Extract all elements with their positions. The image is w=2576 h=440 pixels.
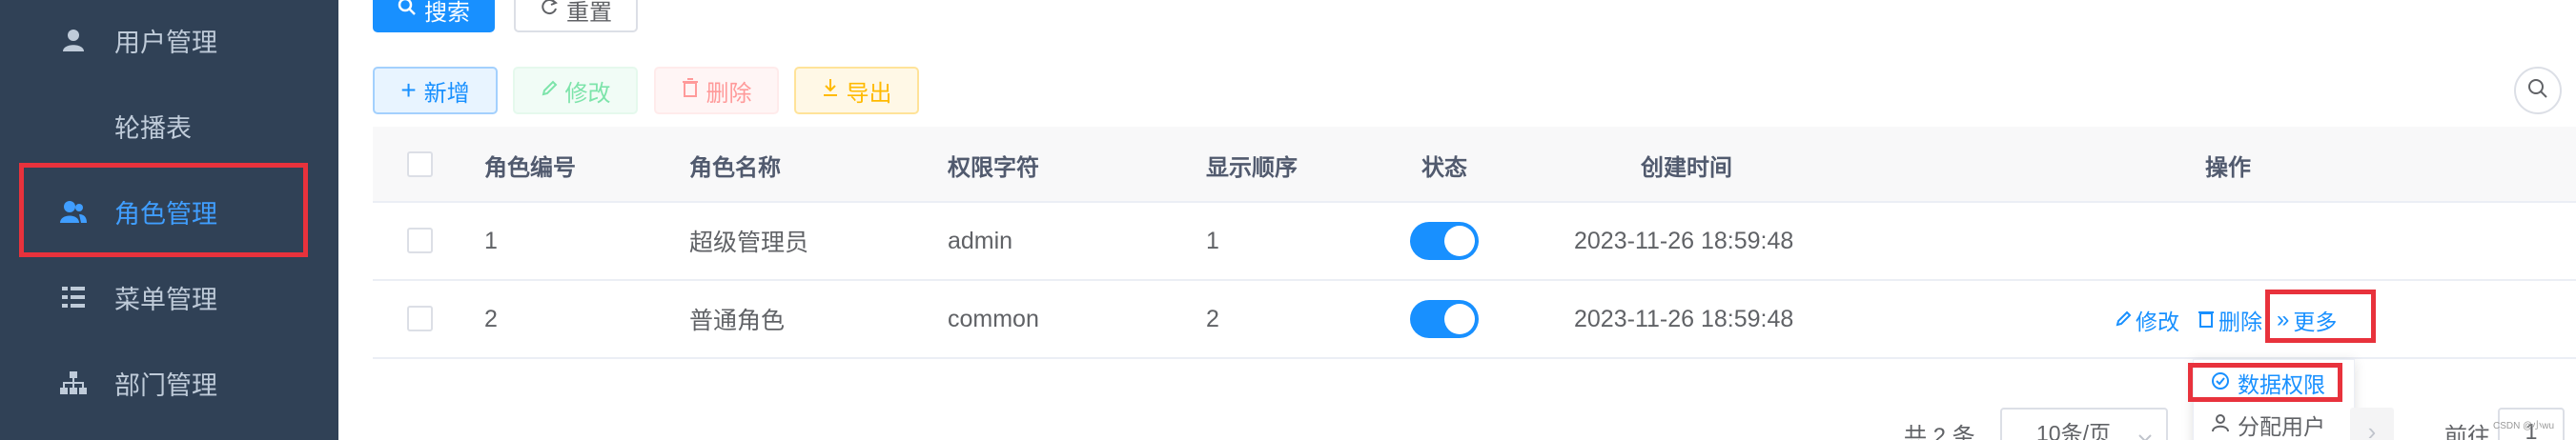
plus-icon: + bbox=[400, 75, 417, 105]
highlight-box-role-management bbox=[19, 163, 308, 257]
delete-icon bbox=[682, 77, 699, 104]
search-button[interactable]: 搜索 bbox=[373, 0, 495, 32]
edit-icon bbox=[2115, 308, 2132, 333]
edit-button[interactable]: 修改 bbox=[513, 67, 638, 114]
column-header-role-id: 角色编号 bbox=[484, 154, 576, 181]
switch-knob bbox=[1444, 304, 1475, 334]
table-header: 角色编号 角色名称 权限字符 显示顺序 状态 创建时间 操作 bbox=[373, 127, 2576, 203]
next-page-button[interactable]: › bbox=[2350, 408, 2394, 440]
refresh-icon bbox=[540, 0, 559, 23]
column-header-role-key: 权限字符 bbox=[948, 154, 1039, 181]
cell-sort-order: 1 bbox=[1206, 227, 1219, 254]
sidebar-item-label: 部门管理 bbox=[114, 370, 217, 400]
pagination-total: 共 2 条 bbox=[1904, 424, 1975, 440]
user-icon bbox=[2211, 412, 2230, 438]
row-edit-label: 修改 bbox=[2136, 310, 2179, 334]
row-checkbox[interactable] bbox=[407, 228, 433, 253]
switch-knob bbox=[1444, 226, 1475, 256]
watermark: CSDN @小wu bbox=[2493, 421, 2555, 431]
menu-item-label: 分配用户 bbox=[2238, 414, 2325, 439]
user-icon bbox=[59, 26, 88, 54]
column-header-actions: 操作 bbox=[2205, 154, 2251, 181]
table-row: 2 普通角色 common 2 2023-11-26 18:59:48 修改 删… bbox=[373, 281, 2576, 359]
table-row: 1 超级管理员 admin 1 2023-11-26 18:59:48 bbox=[373, 203, 2576, 281]
cell-sort-order: 2 bbox=[1206, 305, 1219, 332]
column-header-role-name: 角色名称 bbox=[689, 154, 781, 181]
download-icon bbox=[822, 77, 839, 104]
sidebar-item-department-management[interactable]: 部门管理 bbox=[0, 340, 338, 426]
search-icon bbox=[398, 0, 417, 23]
search-icon bbox=[2527, 78, 2548, 104]
reset-button[interactable]: 重置 bbox=[514, 0, 638, 32]
column-header-sort-order: 显示顺序 bbox=[1206, 154, 1298, 181]
sidebar-item-menu-management[interactable]: 菜单管理 bbox=[0, 254, 338, 340]
add-button[interactable]: + 新增 bbox=[373, 67, 498, 114]
highlight-box-data-scope bbox=[2188, 363, 2342, 402]
export-button[interactable]: 导出 bbox=[794, 67, 919, 114]
chevron-down-icon bbox=[2137, 423, 2153, 440]
cell-role-name: 普通角色 bbox=[689, 308, 786, 334]
highlight-box-more bbox=[2265, 290, 2376, 343]
cell-role-name: 超级管理员 bbox=[689, 230, 809, 256]
edit-icon bbox=[541, 77, 558, 104]
column-header-status: 状态 bbox=[1421, 154, 1467, 181]
edit-button-label: 修改 bbox=[564, 80, 611, 107]
search-button-label: 搜索 bbox=[424, 0, 470, 26]
add-button-label: 新增 bbox=[423, 80, 470, 107]
cell-create-time: 2023-11-26 18:59:48 bbox=[1574, 305, 1794, 332]
sidebar-item-label: 菜单管理 bbox=[114, 285, 217, 314]
pagination-goto-label: 前往 bbox=[2444, 424, 2490, 440]
delete-button-label: 删除 bbox=[705, 80, 752, 107]
row-checkbox[interactable] bbox=[407, 306, 433, 331]
row-delete-link[interactable]: 删除 bbox=[2198, 304, 2262, 336]
sidebar: 用户管理 轮播表 角色管理 菜单管理 部门管理 bbox=[0, 0, 338, 440]
cell-create-time: 2023-11-26 18:59:48 bbox=[1574, 227, 1794, 254]
reset-button-label: 重置 bbox=[566, 0, 612, 26]
tree-table-icon bbox=[59, 283, 88, 311]
row-edit-link[interactable]: 修改 bbox=[2115, 304, 2179, 336]
select-all-checkbox[interactable] bbox=[407, 151, 433, 177]
sidebar-item-label: 用户管理 bbox=[114, 28, 217, 57]
status-switch[interactable] bbox=[1410, 300, 1479, 338]
page-size-select[interactable]: 10条/页 bbox=[2000, 408, 2168, 440]
sidebar-item-label: 轮播表 bbox=[114, 113, 192, 143]
menu-item-assign-users[interactable]: 分配用户 bbox=[2194, 404, 2356, 440]
sidebar-item-user-management[interactable]: 用户管理 bbox=[0, 0, 338, 83]
status-switch[interactable] bbox=[1410, 222, 1479, 260]
cell-role-id: 1 bbox=[484, 227, 498, 254]
chevron-right-icon: › bbox=[2367, 416, 2377, 440]
sidebar-item-carousel[interactable]: 轮播表 bbox=[0, 83, 338, 169]
cell-role-key: common bbox=[948, 305, 1039, 332]
export-button-label: 导出 bbox=[846, 80, 892, 107]
row-delete-label: 删除 bbox=[2218, 310, 2262, 334]
toggle-search-button[interactable] bbox=[2514, 67, 2562, 114]
cell-role-key: admin bbox=[948, 227, 1013, 254]
column-header-create-time: 创建时间 bbox=[1641, 154, 1732, 181]
tree-icon bbox=[59, 369, 88, 397]
page-size-value: 10条/页 bbox=[2036, 421, 2111, 440]
delete-button[interactable]: 删除 bbox=[654, 67, 779, 114]
cell-role-id: 2 bbox=[484, 305, 498, 332]
delete-icon bbox=[2198, 308, 2215, 333]
